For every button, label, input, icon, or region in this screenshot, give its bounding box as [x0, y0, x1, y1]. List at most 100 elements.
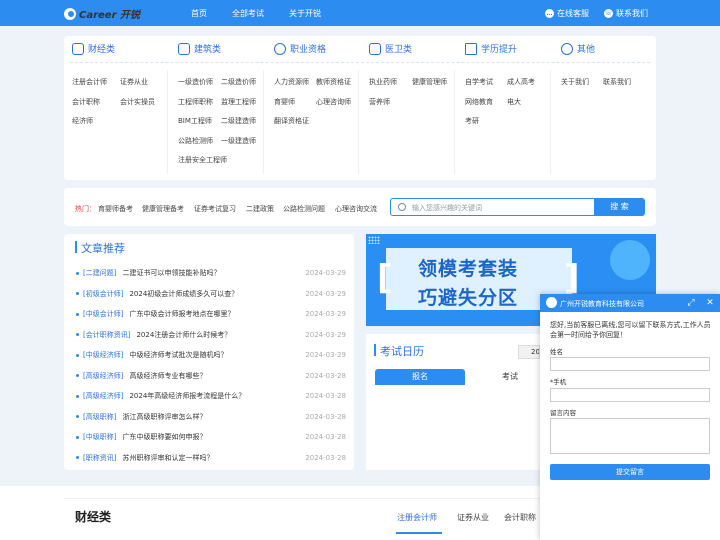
search-button[interactable]: 搜 索: [594, 198, 645, 216]
tab-exam[interactable]: 考试: [475, 369, 545, 385]
article-title[interactable]: 广东中级职称要如何申报？: [122, 432, 301, 442]
link-tv-university[interactable]: 电大: [507, 97, 521, 107]
hot-item[interactable]: 健康管理备考: [142, 204, 184, 214]
link-online-edu[interactable]: 网络教育: [465, 97, 493, 107]
link-cost-engineer-2[interactable]: 二级造价师: [221, 77, 256, 87]
category-other[interactable]: 其他: [561, 42, 595, 55]
bullet-dot: [76, 353, 79, 357]
article-tag[interactable]: [高级经济师]: [83, 391, 123, 401]
article-title[interactable]: 2024注册会计师什么时候考？: [136, 330, 301, 340]
link-postgrad[interactable]: 考研: [465, 116, 479, 126]
article-row[interactable]: [初级会计师] 2024初级会计师成绩多久可以查？ 2024-03-29: [76, 288, 346, 300]
tab-accounting-title[interactable]: 会计职称: [504, 512, 536, 523]
article-row[interactable]: [会计职称资讯] 2024注册会计师什么时候考？ 2024-03-29: [76, 329, 346, 341]
close-icon[interactable]: ✕: [704, 297, 716, 309]
link-about-us[interactable]: 关于我们: [561, 77, 589, 87]
link-cpa[interactable]: 注册会计师: [72, 77, 107, 87]
hot-item[interactable]: 证券考试复习: [194, 204, 236, 214]
link-adult-exam[interactable]: 成人高考: [507, 77, 535, 87]
link-engineer-title[interactable]: 工程师职称: [178, 97, 213, 107]
name-field[interactable]: [550, 357, 710, 371]
logo[interactable]: Career 开锐: [64, 6, 140, 21]
article-tag[interactable]: [高级职称]: [83, 412, 116, 422]
link-self-study[interactable]: 自学考试: [465, 77, 493, 87]
link-psychologist[interactable]: 心理咨询师: [316, 97, 351, 107]
article-section-title: 文章推荐: [81, 242, 125, 255]
link-pharmacist[interactable]: 执业药师: [369, 77, 397, 87]
link-constructor-1[interactable]: 一级建造师: [221, 136, 256, 146]
article-tag[interactable]: [初级会计师]: [83, 289, 123, 299]
message-field[interactable]: [550, 418, 710, 454]
search-input[interactable]: 输入您感兴趣的关键词: [412, 203, 482, 213]
bullet-dot: [76, 415, 79, 418]
link-road-inspector[interactable]: 公路检测师: [178, 136, 213, 146]
article-title[interactable]: 中级经济师考试批次是随机吗？: [129, 350, 301, 360]
article-tag[interactable]: [中级会计师]: [83, 309, 123, 319]
article-tag[interactable]: [职称资讯]: [83, 453, 116, 463]
article-title[interactable]: 2024初级会计师成绩多久可以查？: [129, 289, 301, 299]
article-tag[interactable]: [会计职称资讯]: [83, 330, 130, 340]
article-title[interactable]: 二建证书可以申领技能补贴吗？: [122, 268, 301, 278]
article-tag[interactable]: [二建问题]: [83, 268, 116, 278]
article-title[interactable]: 广东中级会计师报考地点在哪里？: [129, 309, 301, 319]
tab-securities[interactable]: 证券从业: [457, 512, 489, 523]
article-row[interactable]: [职称资讯] 苏州职称评审和认定一样吗？ 2024-03-28: [76, 452, 346, 464]
link-translator[interactable]: 翻译资格证: [274, 116, 309, 126]
bullet-dot: [76, 292, 79, 295]
online-service-link[interactable]: … 在线客服: [545, 8, 589, 19]
link-hr[interactable]: 人力资源师: [274, 77, 309, 87]
link-teacher[interactable]: 教师资格证: [316, 77, 351, 87]
article-row[interactable]: [中级职称] 广东中级职称要如何申报？ 2024-03-28: [76, 431, 346, 443]
article-tag[interactable]: [中级经济师]: [83, 350, 123, 360]
phone-field[interactable]: [550, 388, 710, 402]
category-qualification[interactable]: 职业资格: [274, 42, 326, 55]
article-date: 2024-03-29: [305, 289, 346, 298]
nav-all-exams[interactable]: 全部考试: [232, 8, 264, 19]
link-nanny[interactable]: 育婴师: [274, 97, 295, 107]
logo-text: Career 开锐: [79, 10, 140, 21]
tab-register[interactable]: 报名: [375, 369, 465, 385]
article-row[interactable]: [二建问题] 二建证书可以申领技能补贴吗？ 2024-03-29: [76, 267, 346, 279]
tab-cpa[interactable]: 注册会计师: [397, 512, 437, 523]
category-education[interactable]: 学历提升: [465, 42, 517, 55]
nav-home[interactable]: 首页: [191, 8, 207, 19]
article-row[interactable]: [高级经济师] 高级经济师专业有哪些？ 2024-03-28: [76, 370, 346, 382]
link-contact-us[interactable]: 联系我们: [603, 77, 631, 87]
link-economist[interactable]: 经济师: [72, 116, 93, 126]
article-title[interactable]: 浙江高级职称评审怎么样？: [122, 412, 301, 422]
link-accounting-title[interactable]: 会计职称: [72, 97, 100, 107]
nav-about[interactable]: 关于开锐: [289, 8, 321, 19]
link-safety-engineer[interactable]: 注册安全工程师: [178, 155, 227, 165]
article-title[interactable]: 苏州职称评审和认定一样吗？: [122, 453, 301, 463]
link-accounting-practice[interactable]: 会计实操员: [120, 97, 155, 107]
link-cost-engineer-1[interactable]: 一级造价师: [178, 77, 213, 87]
article-row[interactable]: [中级经济师] 中级经济师考试批次是随机吗？ 2024-03-29: [76, 349, 346, 361]
year-select[interactable]: 2024: [518, 345, 540, 359]
article-title[interactable]: 高级经济师专业有哪些？: [129, 371, 301, 381]
hot-item[interactable]: 心理咨询交流: [335, 204, 377, 214]
bullet-dot: [76, 435, 79, 439]
article-tag[interactable]: [中级职称]: [83, 432, 116, 442]
category-medical[interactable]: 医卫类: [369, 42, 412, 55]
link-nutritionist[interactable]: 营养师: [369, 97, 390, 107]
article-title[interactable]: 2024年高级经济师报考流程是什么？: [129, 391, 301, 401]
contact-us-link[interactable]: ☏ 联系我们: [604, 8, 648, 19]
article-row[interactable]: [高级职称] 浙江高级职称评审怎么样？ 2024-03-28: [76, 411, 346, 423]
hot-item[interactable]: 二建政策: [246, 204, 274, 214]
hot-item[interactable]: 公路检测问题: [283, 204, 325, 214]
expand-icon[interactable]: ⤢: [685, 297, 697, 309]
link-securities[interactable]: 证券从业: [120, 77, 148, 87]
article-row[interactable]: [中级会计师] 广东中级会计师报考地点在哪里？ 2024-03-29: [76, 308, 346, 320]
phone-icon: ☏: [604, 9, 613, 18]
category-finance[interactable]: 财经类: [72, 42, 115, 55]
graduation-cap-icon: [465, 42, 477, 55]
article-row[interactable]: [高级经济师] 2024年高级经济师报考流程是什么？ 2024-03-28: [76, 390, 346, 402]
link-bim[interactable]: BIM工程师: [178, 116, 212, 126]
link-constructor-2[interactable]: 二级建造师: [221, 116, 256, 126]
article-tag[interactable]: [高级经济师]: [83, 371, 123, 381]
category-construction[interactable]: 建筑类: [178, 42, 221, 55]
link-supervisor[interactable]: 监理工程师: [221, 97, 256, 107]
link-health-manager[interactable]: 健康管理师: [412, 77, 447, 87]
submit-message-button[interactable]: 提交留言: [550, 464, 710, 480]
hot-item[interactable]: 育婴师备考: [98, 204, 133, 214]
